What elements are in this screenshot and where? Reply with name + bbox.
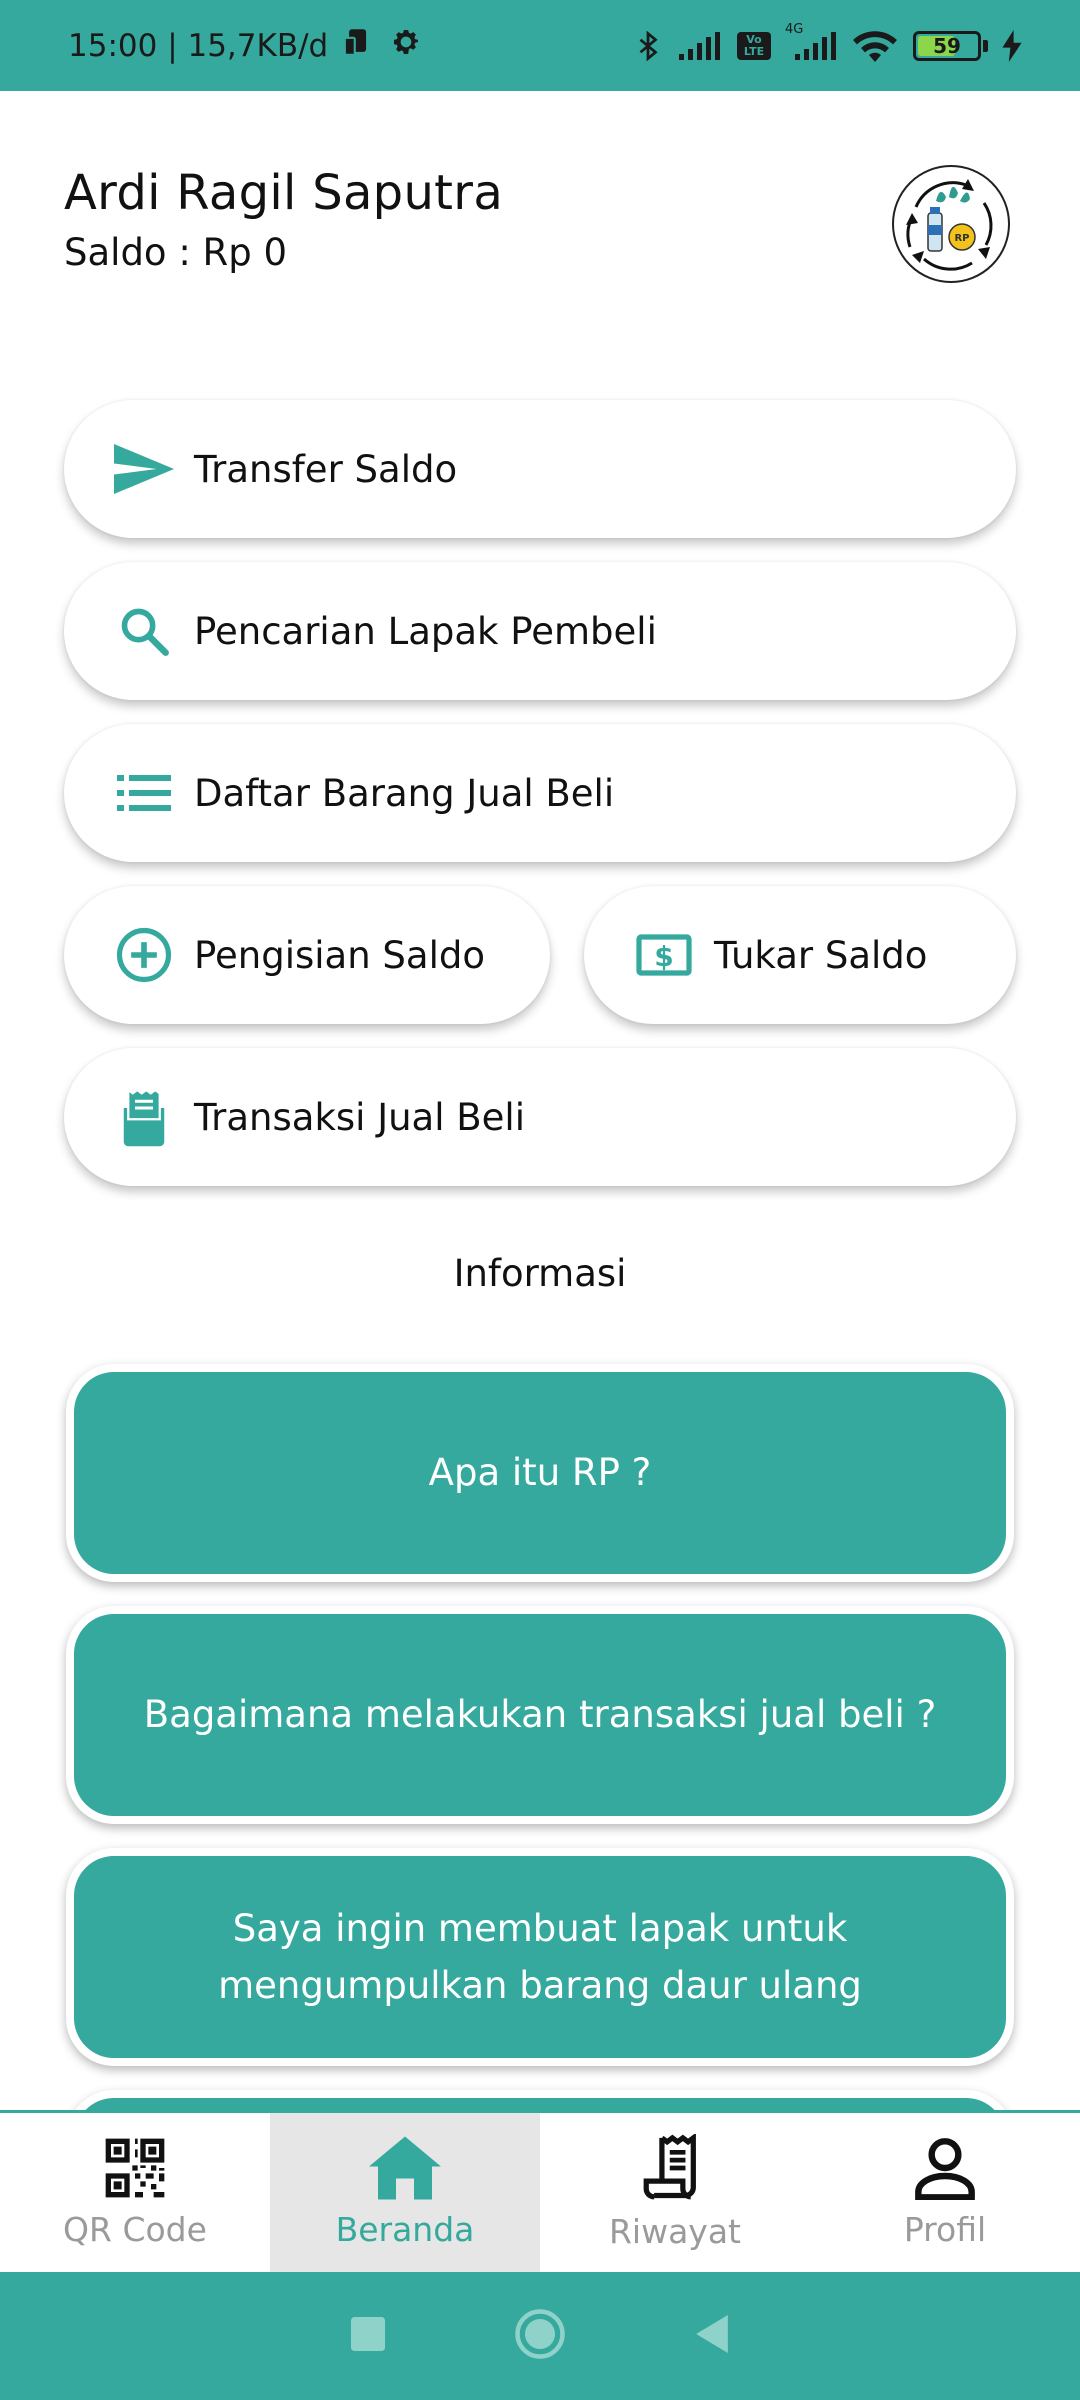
pengisian-saldo-button[interactable]: Pengisian Saldo [64,886,550,1024]
battery-tip [983,39,988,52]
status-right: Vo LTE 4G 59 [633,22,1022,64]
nav-qr-code[interactable]: QR Code [0,2113,270,2272]
pengisian-saldo-label: Pengisian Saldo [194,933,485,977]
nav-beranda[interactable]: Beranda [270,2113,540,2272]
signal-icon [677,30,723,62]
transaksi-jual-beli-button[interactable]: Transaksi Jual Beli [64,1048,1016,1186]
daftar-barang-button[interactable]: Daftar Barang Jual Beli [64,724,1016,862]
bottom-navigation: QR Code Beranda Riwayat Profil [0,2110,1080,2272]
info-card-apa-itu-rp[interactable]: Apa itu RP ? [66,1364,1014,1582]
add-circle-icon [112,923,176,987]
recent-apps-button[interactable] [351,2317,385,2355]
nav-profil[interactable]: Profil [810,2113,1080,2272]
status-left: 15:00 | 15,7KB/d [68,25,422,67]
receipt-machine-icon [112,1085,176,1149]
balance-label: Saldo : Rp 0 [64,231,288,274]
back-system-button[interactable] [695,2315,729,2357]
transfer-saldo-label: Transfer Saldo [194,447,458,491]
battery-icon: 59 [913,30,981,61]
search-icon [112,599,176,663]
system-navigation-bar [0,2272,1080,2400]
tukar-saldo-button[interactable]: $ Tukar Saldo [584,886,1016,1024]
info-card-label: Apa itu RP ? [428,1451,652,1495]
signal-4g-icon: 4G [785,22,837,62]
info-card-label: Bagaimana melakukan transaksi jual beli … [143,1693,937,1737]
send-icon [112,437,176,501]
info-section-title: Informasi [453,1252,627,1295]
pencarian-lapak-label: Pencarian Lapak Pembeli [194,609,657,653]
screen-share-icon [342,25,376,67]
svg-text:$: $ [654,940,673,973]
nav-beranda-label: Beranda [335,2210,475,2249]
header: Ardi Ragil Saputra Saldo : Rp 0 RP [64,165,1016,295]
nav-riwayat[interactable]: Riwayat [540,2113,810,2272]
network-type-label: 4G [785,21,804,37]
receipt-icon [643,2134,707,2202]
volte-badge: Vo LTE [737,31,771,60]
app-logo: RP [892,165,1010,283]
pencarian-lapak-button[interactable]: Pencarian Lapak Pembeli [64,562,1016,700]
money-exchange-icon: $ [632,923,696,987]
transfer-saldo-button[interactable]: Transfer Saldo [64,400,1016,538]
info-card-transaksi[interactable]: Bagaimana melakukan transaksi jual beli … [66,1606,1014,1824]
charging-bolt-icon [1002,29,1022,62]
tukar-saldo-label: Tukar Saldo [714,933,928,977]
bluetooth-icon [633,28,663,64]
wifi-icon [851,28,899,64]
battery-level: 59 [933,33,961,58]
settings-gear-icon [390,26,422,66]
list-icon [112,761,176,825]
nav-qr-code-label: QR Code [63,2210,207,2249]
info-card-buat-lapak[interactable]: Saya ingin membuat lapak untuk mengumpul… [66,1848,1014,2066]
daftar-barang-label: Daftar Barang Jual Beli [194,771,615,815]
home-system-button[interactable] [515,2309,565,2363]
status-time: 15:00 | 15,7KB/d [68,27,329,64]
nav-profil-label: Profil [903,2210,987,2249]
user-name: Ardi Ragil Saputra [64,165,504,221]
person-icon [913,2136,977,2200]
logo-rp-text: RP [954,233,969,244]
qr-code-icon [103,2136,167,2200]
status-bar: 15:00 | 15,7KB/d Vo LTE 4G 59 [0,0,1080,91]
info-card-label: Saya ingin membuat lapak untuk mengumpul… [218,1906,862,2007]
nav-riwayat-label: Riwayat [609,2212,741,2251]
transaksi-jual-beli-label: Transaksi Jual Beli [194,1095,525,1139]
home-icon [369,2136,441,2200]
